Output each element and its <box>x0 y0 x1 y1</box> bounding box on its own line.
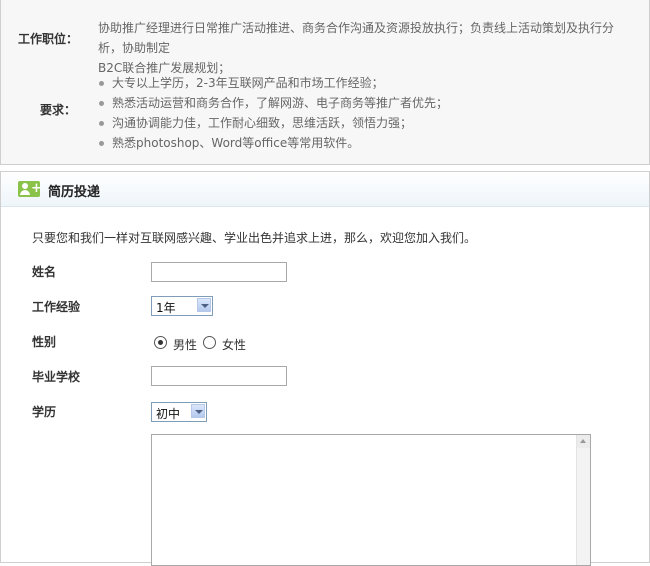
list-item: 大专以上学历，2-3年互联网产品和市场工作经验； <box>99 73 448 93</box>
requirements-label: 要求： <box>40 103 77 117</box>
name-label: 姓名 <box>32 265 57 279</box>
chevron-down-icon[interactable] <box>197 298 211 312</box>
bullet-icon <box>99 141 104 146</box>
gender-female-radio[interactable] <box>203 336 216 349</box>
list-item: 熟悉photoshop、Word等office等常用软件。 <box>99 133 448 153</box>
job-position-label: 工作职位： <box>18 32 79 46</box>
add-user-icon: + <box>18 181 42 197</box>
school-label: 毕业学校 <box>32 370 81 384</box>
list-item: 熟悉活动运营和商务合作，了解网游、电子商务等推广者优先； <box>99 93 448 113</box>
name-input[interactable] <box>151 262 287 282</box>
scrollbar[interactable] <box>576 435 590 565</box>
bullet-icon <box>99 121 104 126</box>
education-label: 学历 <box>32 405 57 419</box>
list-item: 沟通协调能力佳，工作耐心细致，思维活跃，领悟力强； <box>99 113 448 133</box>
job-duty-text: 协助推广经理进行日常推广活动推进、商务合作沟通及资源投放执行；负责线上活动策划及… <box>98 21 615 75</box>
requirements-list: 大专以上学历，2-3年互联网产品和市场工作经验； 熟悉活动运营和商务合作，了解网… <box>99 73 448 153</box>
chevron-down-icon[interactable] <box>191 404 205 418</box>
gender-male-radio[interactable] <box>154 336 167 349</box>
gender-label: 性别 <box>32 335 57 349</box>
bullet-icon <box>99 81 104 86</box>
resume-title: 简历投递 <box>48 185 101 200</box>
scroll-up-icon[interactable] <box>577 435 590 448</box>
school-input[interactable] <box>151 366 287 386</box>
gender-male-label: 男性 <box>173 338 198 352</box>
gender-female-label: 女性 <box>222 338 247 352</box>
experience-select[interactable]: 1年 <box>151 296 213 316</box>
resume-intro-text: 只要您和我们一样对互联网感兴趣、学业出色并追求上进，那么，欢迎您加入我们。 <box>32 231 477 245</box>
education-select[interactable]: 初中 <box>151 402 207 422</box>
resume-header: + 简历投递 <box>1 172 649 207</box>
bullet-icon <box>99 101 104 106</box>
job-detail-panel: 工作职位： 协助推广经理进行日常推广活动推进、商务合作沟通及资源投放执行；负责线… <box>0 0 650 165</box>
experience-label: 工作经验 <box>32 300 81 314</box>
resume-textarea[interactable] <box>151 434 591 566</box>
